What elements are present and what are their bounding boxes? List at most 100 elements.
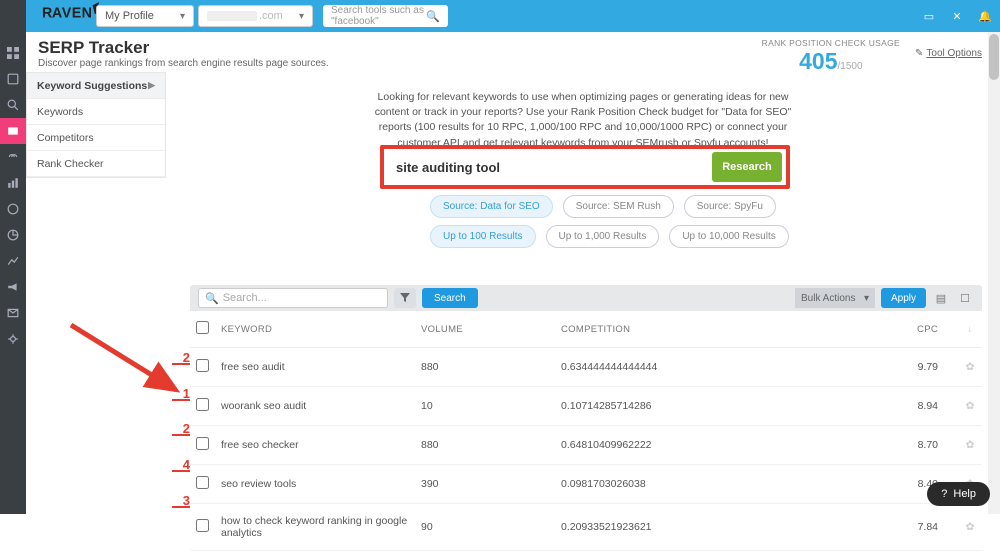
bulk-label: Bulk Actions xyxy=(801,293,855,304)
cell-competition: 0.0981703026038 xyxy=(555,465,878,504)
cell-volume: 90 xyxy=(415,504,555,551)
row-gear-icon[interactable]: ✿ xyxy=(958,504,982,551)
bell-icon[interactable]: 🔔 xyxy=(978,9,992,23)
rail-mail[interactable] xyxy=(0,300,26,326)
col-keyword[interactable]: KEYWORD xyxy=(215,311,415,348)
row-gear-icon[interactable]: ✿ xyxy=(958,348,982,387)
filter-button[interactable] xyxy=(394,288,416,308)
page-scrollbar[interactable] xyxy=(988,0,1000,514)
table-row: free seo audit 880 0.634444444444444 9.7… xyxy=(190,348,982,387)
rail-link[interactable] xyxy=(0,144,26,170)
row-checkbox[interactable] xyxy=(196,437,209,450)
chart-icon[interactable]: ✕ xyxy=(950,9,964,23)
limit-10000[interactable]: Up to 10,000 Results xyxy=(669,225,788,248)
svg-text:N: N xyxy=(82,5,92,21)
cell-cpc: 7.84 xyxy=(878,504,958,551)
columns-icon[interactable]: ▤ xyxy=(932,289,950,307)
table-search-button[interactable]: Search xyxy=(422,288,478,308)
limit-1000[interactable]: Up to 1,000 Results xyxy=(546,225,660,248)
source-pills: Source: Data for SEO Source: SEM Rush So… xyxy=(430,195,776,218)
row-gear-icon[interactable]: ✿ xyxy=(958,426,982,465)
rail-bars[interactable] xyxy=(0,170,26,196)
row-gear-icon[interactable]: ✿ xyxy=(958,387,982,426)
cell-cpc: 9.79 xyxy=(878,348,958,387)
table-row: woorank seo audit 10 0.10714285714286 8.… xyxy=(190,387,982,426)
source-dataforseo[interactable]: Source: Data for SEO xyxy=(430,195,553,218)
limit-pills: Up to 100 Results Up to 1,000 Results Up… xyxy=(430,225,789,248)
rail-serp[interactable] xyxy=(0,118,26,144)
row-checkbox[interactable] xyxy=(196,398,209,411)
sidebar-item-label: Keyword Suggestions xyxy=(37,80,147,92)
sidebar-item-keywords[interactable]: Keywords xyxy=(27,99,165,125)
rail-megaphone[interactable] xyxy=(0,274,26,300)
intro-text: Looking for relevant keywords to use whe… xyxy=(368,90,798,151)
cell-volume: 880 xyxy=(415,348,555,387)
help-widget[interactable]: ? Help xyxy=(927,482,990,506)
tool-options-link[interactable]: Tool Options xyxy=(915,48,982,59)
search-icon: 🔍 xyxy=(426,10,440,23)
cell-keyword: free seo audit xyxy=(215,348,415,387)
left-rail xyxy=(0,0,26,514)
bulk-actions-select[interactable]: Bulk Actions▾ xyxy=(795,288,875,308)
help-label: Help xyxy=(953,488,976,500)
rail-line[interactable] xyxy=(0,248,26,274)
apply-button[interactable]: Apply xyxy=(881,288,926,308)
card-icon[interactable]: ▭ xyxy=(922,9,936,23)
page-title: SERP Tracker xyxy=(38,38,329,58)
usage-limit: /1500 xyxy=(838,61,863,72)
global-search[interactable]: Search tools such as "facebook" 🔍 xyxy=(323,5,448,27)
page-subtitle: Discover page rankings from search engin… xyxy=(38,58,329,69)
row-checkbox[interactable] xyxy=(196,519,209,532)
table-row: how to check keyword ranking in google a… xyxy=(190,504,982,551)
select-all-checkbox[interactable] xyxy=(196,321,209,334)
limit-100[interactable]: Up to 100 Results xyxy=(430,225,536,248)
rail-dashboard[interactable] xyxy=(0,40,26,66)
profile-selector[interactable]: My Profile ▾ xyxy=(96,5,194,27)
top-bar: RAVEN My Profile ▾ .com ▾ Search tools s… xyxy=(0,0,1000,32)
domain-selector[interactable]: .com ▾ xyxy=(198,5,313,27)
cell-keyword: woorank seo audit xyxy=(215,387,415,426)
source-semrush[interactable]: Source: SEM Rush xyxy=(563,195,674,218)
search-icon: 🔍 xyxy=(205,292,219,305)
keyword-research-input[interactable] xyxy=(386,151,712,183)
rail-pie[interactable] xyxy=(0,222,26,248)
sidebar-item-label: Competitors xyxy=(37,132,94,144)
rail-search[interactable] xyxy=(0,92,26,118)
col-volume[interactable]: VOLUME xyxy=(415,311,555,348)
rail-settings[interactable] xyxy=(0,326,26,352)
row-count-badge: 3 xyxy=(172,493,190,508)
sidebar-item-rank-checker[interactable]: Rank Checker xyxy=(27,151,165,177)
rail-clipboard[interactable] xyxy=(0,66,26,92)
col-sort[interactable]: ↓ xyxy=(958,311,982,348)
col-cpc[interactable]: CPC xyxy=(878,311,958,348)
cell-volume: 10 xyxy=(415,387,555,426)
research-box: Research xyxy=(380,145,790,189)
source-spyfu[interactable]: Source: SpyFu xyxy=(684,195,776,218)
sidebar-item-competitors[interactable]: Competitors xyxy=(27,125,165,151)
sub-sidebar: Keyword Suggestions▶ Keywords Competitor… xyxy=(26,72,166,178)
table-row: seo review tools 390 0.0981703026038 8.4… xyxy=(190,465,982,504)
cell-volume: 880 xyxy=(415,426,555,465)
row-checkbox[interactable] xyxy=(196,359,209,372)
cell-volume: 390 xyxy=(415,465,555,504)
settings-icon[interactable]: ☐ xyxy=(956,289,974,307)
research-button[interactable]: Research xyxy=(712,152,782,182)
chevron-right-icon: ▶ xyxy=(148,80,155,91)
table-search[interactable]: 🔍 Search... xyxy=(198,288,388,308)
table-search-placeholder: Search... xyxy=(223,292,267,304)
rank-usage: RANK POSITION CHECK USAGE 405/1500 xyxy=(762,38,900,75)
row-checkbox[interactable] xyxy=(196,476,209,489)
usage-label: RANK POSITION CHECK USAGE xyxy=(762,38,900,48)
results-toolbar: 🔍 Search... Search Bulk Actions▾ Apply ▤… xyxy=(190,285,982,311)
cell-keyword: seo review tools xyxy=(215,465,415,504)
row-count-badge: 1 xyxy=(172,386,190,401)
cell-cpc: 8.70 xyxy=(878,426,958,465)
col-competition[interactable]: COMPETITION xyxy=(555,311,878,348)
rail-target[interactable] xyxy=(0,196,26,222)
row-count-badge: 2 xyxy=(172,421,190,436)
sidebar-item-suggestions[interactable]: Keyword Suggestions▶ xyxy=(27,73,165,99)
help-icon: ? xyxy=(941,488,947,500)
cell-keyword: free seo checker xyxy=(215,426,415,465)
svg-text:E: E xyxy=(72,5,82,21)
cell-competition: 0.10714285714286 xyxy=(555,387,878,426)
